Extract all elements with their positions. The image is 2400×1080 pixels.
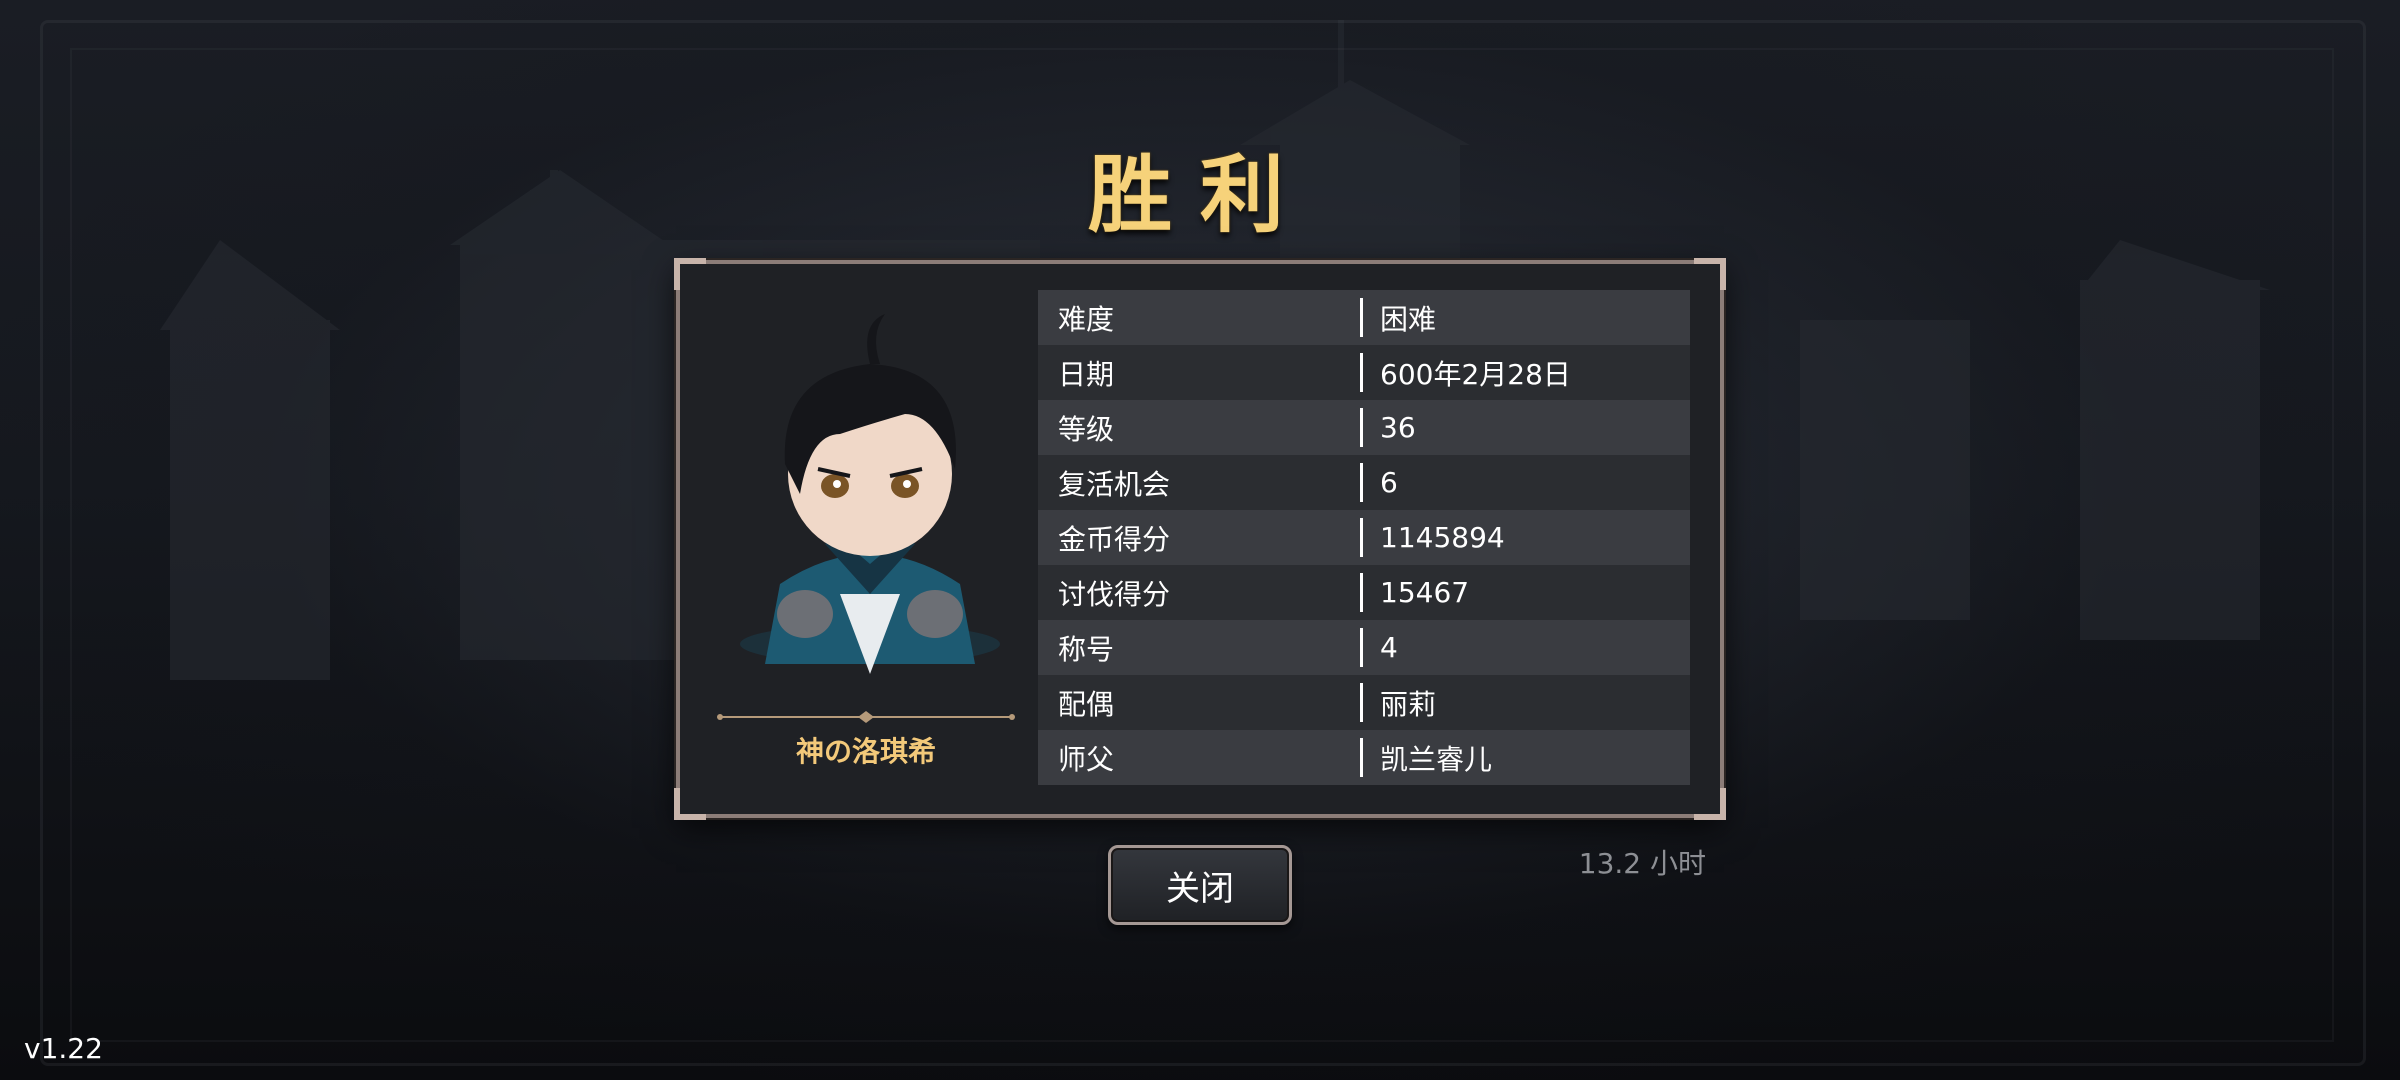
stat-separator [1360,738,1363,777]
hero-portrait [740,314,1000,674]
stat-separator [1360,518,1363,557]
stat-separator [1360,683,1363,722]
name-divider-ornament [717,711,1015,723]
stat-separator [1360,463,1363,502]
stat-value: 1145894 [1380,521,1505,554]
panel-corner-ornament [1694,258,1726,290]
stat-label: 讨伐得分 [1058,577,1171,611]
stat-label: 金币得分 [1058,522,1171,556]
stat-row-gold-score: 金币得分 1145894 [1038,510,1690,565]
hero-name: 神の洛琪希 [795,735,936,768]
stat-value: 丽莉 [1380,687,1437,721]
stat-row-master: 师父 凯兰睿儿 [1038,730,1690,785]
stat-separator [1360,353,1363,392]
stat-value: 困难 [1380,302,1437,336]
stat-row-subjugation-score: 讨伐得分 15467 [1038,565,1690,620]
panel-corner-ornament [674,788,706,820]
victory-title: 胜利 [1087,146,1312,244]
stat-separator [1360,573,1363,612]
stat-separator [1360,298,1363,337]
stat-row-difficulty: 难度 困难 [1038,290,1690,345]
stat-label: 配偶 [1058,687,1115,721]
stat-value: 600年2月28日 [1380,357,1571,391]
stat-row-revive-chances: 复活机会 6 [1038,455,1690,510]
stat-value: 6 [1380,466,1398,499]
stat-row-date: 日期 600年2月28日 [1038,345,1690,400]
playtime-label: 13.2 小时 [1578,847,1706,880]
stat-value: 凯兰睿儿 [1380,742,1493,776]
stat-row-spouse: 配偶 丽莉 [1038,675,1690,730]
stat-label: 称号 [1058,632,1115,666]
stat-separator [1360,408,1363,447]
stat-row-title: 称号 4 [1038,620,1690,675]
stat-label: 日期 [1058,357,1115,391]
stat-value: 36 [1380,411,1416,444]
version-label: v1.22 [24,1032,103,1065]
stat-label: 等级 [1058,412,1115,446]
stat-value: 4 [1380,631,1398,664]
stat-separator [1360,628,1363,667]
stat-row-level: 等级 36 [1038,400,1690,455]
close-button[interactable]: 关闭 [1108,845,1292,925]
panel-corner-ornament [1694,788,1726,820]
stats-table: 难度 困难 日期 600年2月28日 等级 36 复活机会 6 金币得分 114… [1038,290,1690,785]
stat-label: 师父 [1058,742,1115,776]
panel-corner-ornament [674,258,706,290]
stat-value: 15467 [1380,576,1470,609]
result-panel: 神の洛琪希 难度 困难 日期 600年2月28日 等级 36 复活机会 6 金币… [674,258,1726,820]
stat-label: 复活机会 [1058,467,1171,501]
stat-label: 难度 [1058,302,1115,336]
